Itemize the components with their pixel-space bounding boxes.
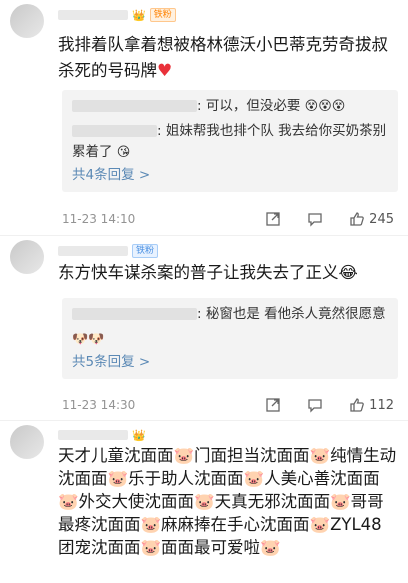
more-replies-link[interactable]: 共4条回复 > <box>72 165 388 186</box>
like-count: 112 <box>369 397 394 413</box>
thumbs-up-icon <box>350 212 365 226</box>
username[interactable]: 铁粉 <box>58 244 159 258</box>
reply-item: : 秘窗也是 看他杀人竟然很愿意 <box>72 304 388 325</box>
like-button[interactable]: 245 <box>349 211 394 227</box>
timestamp: 11-23 14:30 <box>62 398 136 412</box>
comment-text: 东方快车谋杀案的普子让我失去了正义😂 <box>58 263 358 282</box>
emoji-icon: 😘 <box>116 145 131 160</box>
username-mask <box>58 246 128 256</box>
reply-username-mask[interactable] <box>72 100 197 112</box>
username-mask <box>58 10 128 20</box>
username[interactable]: 👑 铁粉 <box>58 8 176 22</box>
fan-badge: 铁粉 <box>132 244 159 258</box>
comment-icon[interactable] <box>307 211 323 227</box>
thumbs-up-icon <box>350 398 365 412</box>
divider <box>0 235 408 236</box>
like-count: 245 <box>369 211 394 227</box>
comment-text: 我排着队拿着想被格林德沃小巴蒂克劳奇拔叔杀死的号码牌♥ <box>58 35 388 81</box>
reply-box[interactable]: : 秘窗也是 看他杀人竟然很愿意 🐶🐶 共5条回复 > <box>62 298 398 379</box>
crown-icon: 👑 <box>132 8 146 22</box>
avatar[interactable] <box>10 425 44 459</box>
reply-username-mask[interactable] <box>72 125 157 137</box>
comment-footer: 11-23 14:30 112 <box>62 396 394 414</box>
reply-box[interactable]: : 可以，但没必要 😵😵😵 : 姐妹帮我也排个队 我去给你买奶茶别累着了 😘 共… <box>62 90 398 192</box>
comment-footer: 11-23 14:10 245 <box>62 210 394 228</box>
timestamp: 11-23 14:10 <box>62 212 136 226</box>
reply-item: : 可以，但没必要 😵😵😵 <box>72 96 388 117</box>
more-replies-link[interactable]: 共5条回复 > <box>72 352 388 373</box>
comment-text: 天才儿童沈面面🐷门面担当沈面面🐷纯情生动沈面面🐷乐于助人沈面面🐷人美心善沈面面🐷… <box>58 446 397 557</box>
share-icon[interactable] <box>265 211 281 227</box>
crown-icon: 👑 <box>132 428 146 442</box>
avatar[interactable] <box>10 4 44 38</box>
emoji-icon: 😵😵😵 <box>304 99 346 114</box>
share-icon[interactable] <box>265 397 281 413</box>
comment-icon[interactable] <box>307 397 323 413</box>
username-mask <box>58 430 128 440</box>
like-button[interactable]: 112 <box>349 397 394 413</box>
avatar[interactable] <box>10 240 44 274</box>
fan-badge: 铁粉 <box>149 8 176 22</box>
username[interactable]: 👑 <box>58 428 146 442</box>
reply-item: : 姐妹帮我也排个队 我去给你买奶茶别累着了 😘 <box>72 123 387 160</box>
reply-username-mask[interactable] <box>72 308 197 320</box>
emoji-icon: 🐶🐶 <box>72 332 105 347</box>
heart-icon: ♥ <box>157 61 173 81</box>
divider <box>0 420 408 421</box>
emoji-icon: 😂 <box>338 263 358 282</box>
